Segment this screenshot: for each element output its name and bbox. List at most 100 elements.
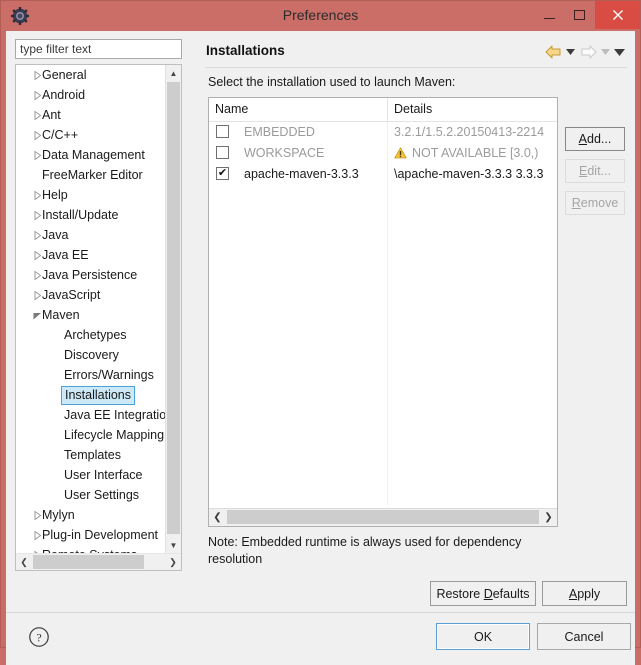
tree-item-label: C/C++ (42, 128, 79, 142)
add-button[interactable]: Add... (565, 127, 625, 151)
table-row[interactable]: WORKSPACE NOT AVAILABLE [3.0,) (209, 143, 557, 164)
installation-details: \apache-maven-3.3.3 3.3.3 (394, 167, 544, 181)
tree-item-label: Data Management (42, 148, 145, 162)
tree-item-java-ee[interactable]: Java EE (16, 245, 167, 265)
chevron-right-icon[interactable] (30, 125, 44, 145)
row-checkbox[interactable] (216, 146, 229, 159)
tree-item-install-update[interactable]: Install/Update (16, 205, 167, 225)
chevron-right-icon[interactable] (30, 205, 44, 225)
tree-item-label: Remote Systems (42, 545, 137, 553)
table-row[interactable]: EMBEDDED 3.2.1/1.5.2.20150413-2214 (209, 122, 557, 143)
filter-input[interactable] (15, 39, 182, 59)
tree-item-installations[interactable]: Installations (16, 385, 167, 405)
tree-item-user-interface[interactable]: User Interface (16, 465, 167, 485)
table-body: EMBEDDED 3.2.1/1.5.2.20150413-2214 WORKSPA… (209, 122, 557, 185)
chevron-right-icon[interactable] (30, 225, 44, 245)
note-text: Note: Embedded runtime is always used fo… (208, 535, 522, 566)
restore-defaults-button[interactable]: Restore Defaults (430, 581, 536, 606)
ok-button[interactable]: OK (436, 623, 530, 650)
table-hscroll-thumb[interactable] (227, 510, 539, 524)
apply-button[interactable]: Apply (542, 581, 627, 606)
forward-dropdown-chevron-down-icon (599, 42, 612, 62)
chevron-right-icon[interactable] (30, 185, 44, 205)
chevron-right-icon[interactable] (30, 105, 44, 125)
maximize-button[interactable] (564, 1, 594, 29)
tree-item-label: Java Persistence (42, 268, 138, 282)
installation-details: 3.2.1/1.5.2.20150413-2214 (394, 125, 545, 139)
tree-item-archetypes[interactable]: Archetypes (16, 325, 167, 345)
preferences-tree-panel: General Android Ant C/C++ Data Management Fre… (6, 31, 192, 581)
tree-item-remote-systems[interactable]: Remote Systems (16, 545, 167, 553)
tree-item-javascript[interactable]: JavaScript (16, 285, 167, 305)
row-checkbox[interactable] (216, 125, 229, 138)
tree-item-android[interactable]: Android (16, 85, 167, 105)
tree-vertical-scrollbar[interactable]: ▲ ▼ (165, 65, 181, 553)
tree-item-templates[interactable]: Templates (16, 445, 167, 465)
table-scroll-right-button[interactable]: ❯ (540, 509, 557, 525)
minimize-button[interactable] (534, 1, 564, 29)
tree-item-errors-warnings[interactable]: Errors/Warnings (16, 365, 167, 385)
column-divider (387, 185, 388, 505)
chevron-right-icon[interactable] (30, 85, 44, 105)
tree-item-freemarker-editor[interactable]: FreeMarker Editor (16, 165, 167, 185)
tree-item-mylyn[interactable]: Mylyn (16, 505, 167, 525)
tree-item-java-persistence[interactable]: Java Persistence (16, 265, 167, 285)
cell-name: EMBEDDED (209, 122, 387, 143)
table-row[interactable]: ✔ apache-maven-3.3.3 \apache-maven-3.3.3 3… (209, 164, 557, 185)
remove-button-label: Remove (571, 196, 619, 210)
page-menu-chevron-down-icon[interactable] (613, 42, 626, 62)
table-horizontal-scrollbar[interactable]: ❮ ❯ (209, 508, 557, 526)
tree-item-java-ee-integration[interactable]: Java EE Integration (16, 405, 167, 425)
tree-item-c-c[interactable]: C/C++ (16, 125, 167, 145)
chevron-right-icon[interactable] (30, 145, 44, 165)
tree-item-lifecycle-mapping[interactable]: Lifecycle Mapping (16, 425, 167, 445)
tree-scroll-left-button[interactable]: ❮ (16, 554, 32, 570)
tree-item-label: Install/Update (42, 208, 119, 222)
dialog-client-area: General Android Ant C/C++ Data Management Fre… (6, 31, 635, 665)
tree-item-label: Mylyn (42, 508, 75, 522)
column-header-name[interactable]: Name (209, 98, 387, 121)
tree-item-maven[interactable]: Maven (16, 305, 167, 325)
tree-item-java[interactable]: Java (16, 225, 167, 245)
chevron-right-icon[interactable] (30, 285, 44, 305)
chevron-right-icon[interactable] (30, 505, 44, 525)
edit-button: Edit... (565, 159, 625, 183)
instruction-label: Select the installation used to launch M… (208, 75, 456, 89)
column-header-details[interactable]: Details (387, 98, 557, 121)
tree-scroll-right-button[interactable]: ❯ (165, 554, 181, 570)
chevron-right-icon[interactable] (30, 265, 44, 285)
tree-item-data-management[interactable]: Data Management (16, 145, 167, 165)
tree-item-label: Ant (42, 108, 61, 122)
tree-item-help[interactable]: Help (16, 185, 167, 205)
close-button[interactable] (595, 1, 640, 29)
table-scroll-left-button[interactable]: ❮ (209, 509, 226, 525)
question-mark-icon[interactable]: ? (27, 625, 51, 649)
cancel-button[interactable]: Cancel (537, 623, 631, 650)
tree-item-label: Discovery (64, 348, 119, 362)
tree-item-plug-in-development[interactable]: Plug-in Development (16, 525, 167, 545)
tree-item-discovery[interactable]: Discovery (16, 345, 167, 365)
tree-scroll-up-button[interactable]: ▲ (166, 65, 181, 81)
header-divider (206, 67, 627, 68)
installations-table: Name Details EMBEDDED 3.2.1/1.5.2.2015041… (208, 97, 558, 527)
tree-item-general[interactable]: General (16, 65, 167, 85)
cancel-label: Cancel (564, 629, 604, 644)
back-arrow-icon[interactable] (543, 42, 563, 62)
installation-name: WORKSPACE (244, 146, 325, 160)
ok-label: OK (473, 629, 493, 644)
back-dropdown-chevron-down-icon[interactable] (564, 42, 577, 62)
tree-hscroll-thumb[interactable] (33, 555, 144, 569)
tree-item-ant[interactable]: Ant (16, 105, 167, 125)
chevron-right-icon[interactable] (30, 545, 44, 553)
tree-horizontal-scrollbar[interactable]: ❮ ❯ (16, 553, 181, 570)
tree-item-user-settings[interactable]: User Settings (16, 485, 167, 505)
tree-vscroll-thumb[interactable] (167, 82, 180, 534)
chevron-right-icon[interactable] (30, 65, 44, 85)
chevron-down-icon[interactable] (30, 305, 44, 325)
chevron-right-icon[interactable] (30, 525, 44, 545)
tree-scroll-down-button[interactable]: ▼ (166, 537, 181, 553)
installations-page: Installations Select the installation us… (198, 31, 635, 606)
chevron-right-icon[interactable] (30, 245, 44, 265)
tree-item-label: Java EE (42, 248, 89, 262)
row-checkbox[interactable]: ✔ (216, 167, 229, 180)
